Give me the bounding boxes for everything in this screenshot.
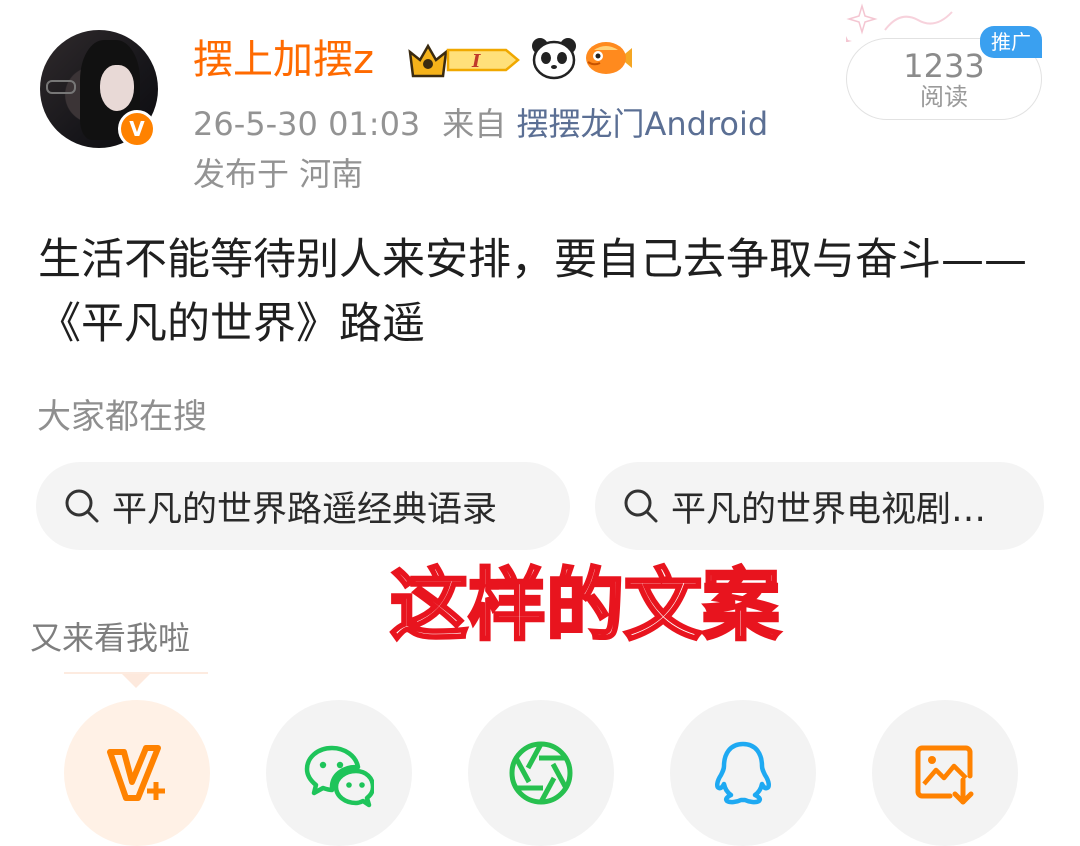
avatar-face bbox=[100, 65, 134, 111]
share-prompt: 又来看我啦 bbox=[30, 619, 191, 657]
search-icon bbox=[65, 489, 99, 523]
prompt-pointer bbox=[122, 674, 150, 688]
panda-icon[interactable] bbox=[530, 36, 578, 80]
crown-level-icon[interactable]: I bbox=[406, 40, 522, 80]
share-save-image-button[interactable] bbox=[872, 700, 1018, 846]
vplus-icon bbox=[107, 745, 165, 801]
level-letter: I bbox=[471, 51, 481, 72]
share-wechat-button[interactable] bbox=[266, 700, 412, 846]
search-chip[interactable]: 平凡的世界电视剧… bbox=[595, 462, 1044, 550]
search-chip-label: 平凡的世界路遥经典语录 bbox=[112, 489, 498, 530]
verified-badge: V bbox=[118, 110, 156, 148]
decorative-sparkle-icon bbox=[846, 3, 953, 42]
post-source-link[interactable]: 摆摆龙门Android bbox=[516, 105, 768, 143]
search-chip[interactable]: 平凡的世界路遥经典语录 bbox=[36, 462, 570, 550]
share-moments-button[interactable] bbox=[468, 700, 614, 846]
fish-icon[interactable] bbox=[584, 36, 634, 80]
search-icon bbox=[624, 489, 658, 523]
post-location: 发布于 河南 bbox=[193, 155, 364, 193]
from-label: 来自 bbox=[442, 105, 507, 143]
post-meta: 26-5-30 01:03 来自 摆摆龙门Android bbox=[193, 104, 768, 144]
search-chip-label: 平凡的世界电视剧… bbox=[671, 489, 987, 530]
moments-icon bbox=[509, 741, 573, 805]
overlay-caption: 这样的文案 bbox=[388, 560, 781, 653]
username[interactable]: 摆上加摆z bbox=[193, 34, 374, 86]
qq-icon bbox=[715, 741, 771, 805]
share-qq-button[interactable] bbox=[670, 700, 816, 846]
avatar-glasses bbox=[46, 80, 76, 94]
post-text: 生活不能等待别人来安排，要自己去争取与奋斗——《平凡的世界》路遥 bbox=[38, 235, 1027, 349]
share-vplus-button[interactable] bbox=[64, 700, 210, 846]
wechat-icon bbox=[304, 745, 374, 808]
trending-search-heading: 大家都在搜 bbox=[37, 397, 207, 437]
post-time: 26-5-30 01:03 bbox=[193, 105, 421, 143]
read-label: 阅读 bbox=[920, 83, 968, 111]
promo-tag: 推广 bbox=[980, 26, 1042, 58]
save-image-icon bbox=[915, 745, 974, 805]
